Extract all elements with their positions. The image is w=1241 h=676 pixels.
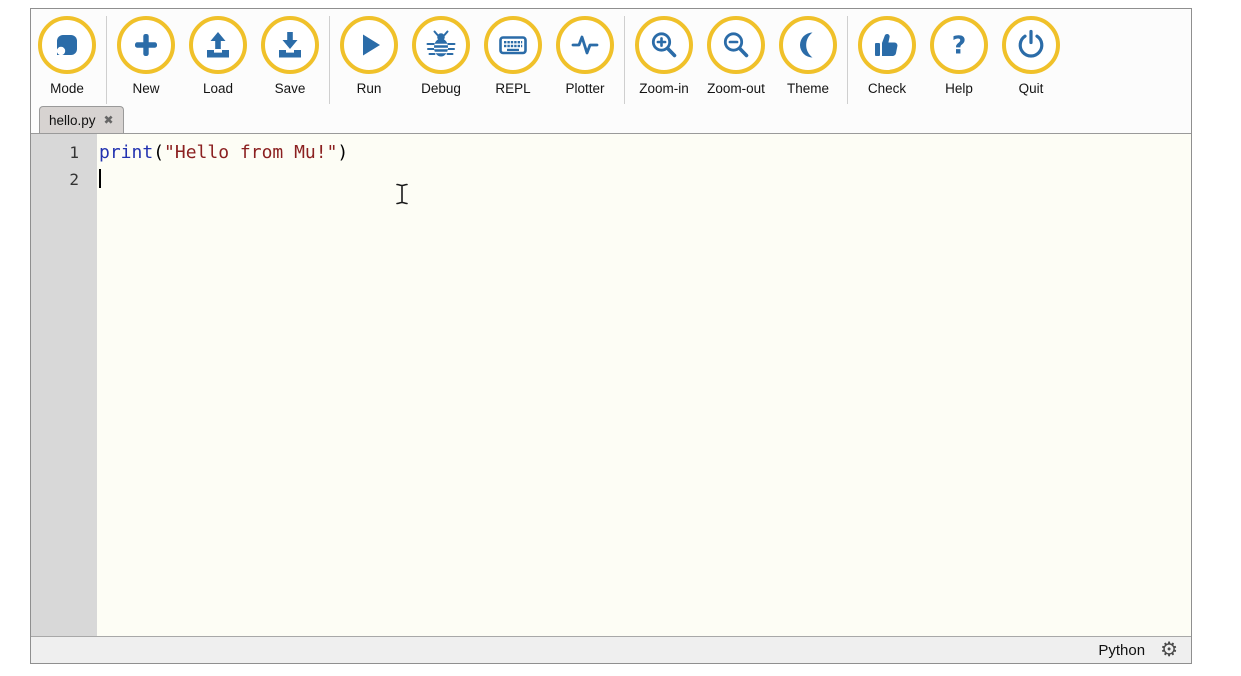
tab-hello-py[interactable]: hello.py ✖ (39, 106, 124, 133)
code-editor[interactable]: 1 2 print("Hello from Mu!") (31, 133, 1191, 636)
code-token: "Hello from Mu!" (164, 142, 338, 163)
zoom-out-icon (707, 16, 765, 74)
gear-icon[interactable]: ⚙ (1160, 640, 1178, 660)
repl-button[interactable]: REPL (477, 16, 549, 96)
toolbar-button-label: Check (867, 81, 907, 96)
plotter-button[interactable]: Plotter (549, 16, 621, 96)
mode-button[interactable]: Mode (31, 16, 103, 96)
toolbar-separator (106, 16, 107, 104)
toolbar-button-label: Theme (786, 81, 830, 96)
run-button[interactable]: Run (333, 16, 405, 96)
code-line (97, 166, 1191, 193)
help-button[interactable]: ? Help (923, 16, 995, 96)
toolbar-button-label: Plotter (565, 81, 605, 96)
load-button[interactable]: Load (182, 16, 254, 96)
tab-close-icon[interactable]: ✖ (104, 114, 114, 126)
zoom-in-button[interactable]: Zoom-in (628, 16, 700, 96)
toolbar-button-label: Debug (421, 81, 461, 96)
run-icon (340, 16, 398, 74)
quit-icon (1002, 16, 1060, 74)
plotter-icon (556, 16, 614, 74)
code-area[interactable]: print("Hello from Mu!") (97, 134, 1191, 636)
line-number-gutter: 1 2 (31, 134, 97, 636)
debug-icon (412, 16, 470, 74)
new-icon (117, 16, 175, 74)
toolbar-button-label: Load (202, 81, 234, 96)
line-number: 2 (69, 170, 79, 189)
mu-editor-window: Mode New Load Save Run Debug REPL Plotte… (30, 8, 1192, 664)
tab-label: hello.py (49, 112, 96, 128)
toolbar-button-label: Run (356, 81, 382, 96)
text-caret (99, 169, 101, 188)
code-token: ( (153, 142, 165, 163)
load-icon (189, 16, 247, 74)
toolbar-button-label: Zoom-in (639, 81, 689, 96)
toolbar-separator (847, 16, 848, 104)
toolbar-button-label: Mode (50, 81, 84, 96)
toolbar-button-label: Zoom-out (707, 81, 765, 96)
code-line: print("Hello from Mu!") (97, 139, 1191, 166)
code-token: print (99, 142, 154, 163)
check-button[interactable]: Check (851, 16, 923, 96)
save-icon (261, 16, 319, 74)
toolbar-button-label: Help (945, 81, 973, 96)
toolbar-button-label: Save (274, 81, 306, 96)
new-button[interactable]: New (110, 16, 182, 96)
line-number: 1 (69, 143, 79, 162)
zoom-out-button[interactable]: Zoom-out (700, 16, 772, 96)
theme-icon (779, 16, 837, 74)
tab-bar: hello.py ✖ (31, 106, 1191, 133)
theme-button[interactable]: Theme (772, 16, 844, 96)
svg-text:?: ? (952, 31, 967, 60)
toolbar: Mode New Load Save Run Debug REPL Plotte… (31, 9, 1191, 106)
status-bar: Python ⚙ (31, 636, 1191, 663)
quit-button[interactable]: Quit (995, 16, 1067, 96)
help-icon: ? (930, 16, 988, 74)
code-token: ) (337, 142, 349, 163)
toolbar-button-label: New (132, 81, 160, 96)
debug-button[interactable]: Debug (405, 16, 477, 96)
status-mode-label: Python (1098, 641, 1146, 659)
toolbar-button-label: REPL (495, 81, 531, 96)
check-icon (858, 16, 916, 74)
mode-icon (38, 16, 96, 74)
repl-icon (484, 16, 542, 74)
save-button[interactable]: Save (254, 16, 326, 96)
zoom-in-icon (635, 16, 693, 74)
toolbar-separator (329, 16, 330, 104)
toolbar-separator (624, 16, 625, 104)
toolbar-button-label: Quit (1018, 81, 1044, 96)
